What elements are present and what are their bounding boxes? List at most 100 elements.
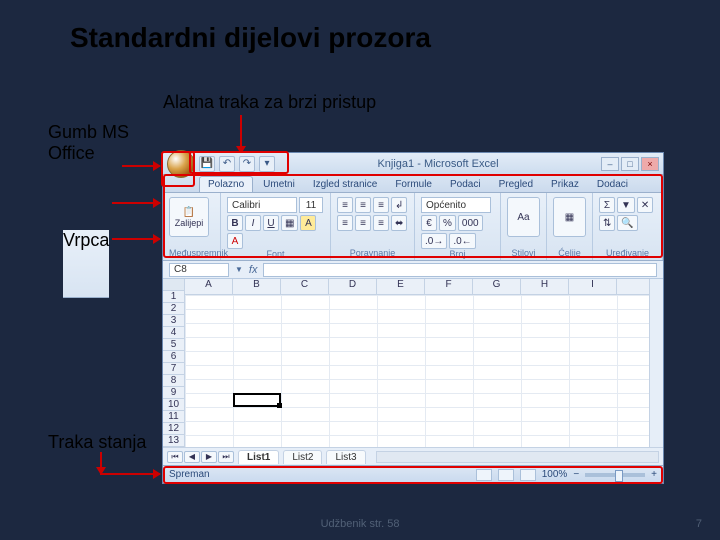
styles-button[interactable]: Aa (507, 197, 540, 237)
column-header[interactable]: E (377, 279, 425, 294)
row-headers: 1 2 3 4 5 6 7 8 9 10 11 12 13 (163, 279, 185, 447)
select-all-corner[interactable] (163, 279, 184, 291)
redo-icon[interactable]: ↷ (239, 156, 255, 172)
find-button[interactable]: 🔍 (617, 215, 637, 231)
sheet-tab[interactable]: List2 (283, 450, 322, 464)
fill-button[interactable]: ▼ (617, 197, 635, 213)
paste-button[interactable]: 📋 Zalijepi (169, 197, 209, 237)
active-cell[interactable] (233, 393, 281, 407)
cells-button[interactable]: ▦ (553, 197, 586, 237)
font-color-button[interactable]: A (227, 233, 243, 249)
namebox-dropdown-icon[interactable]: ▼ (235, 265, 243, 274)
column-header[interactable]: G (473, 279, 521, 294)
sheet-nav-next-icon[interactable]: ▶ (201, 451, 217, 463)
callout-quick-access-toolbar: Alatna traka za brzi pristup (163, 92, 376, 113)
formula-input[interactable] (263, 263, 657, 277)
view-page-layout-button[interactable] (498, 469, 514, 481)
row-header[interactable]: 3 (163, 315, 184, 327)
status-text: Spreman (169, 469, 210, 480)
wrap-text-button[interactable]: ↲ (391, 197, 407, 213)
column-header[interactable]: H (521, 279, 569, 294)
sort-filter-button[interactable]: ⇅ (599, 215, 615, 231)
vertical-scrollbar[interactable] (649, 279, 663, 447)
minimize-button[interactable]: – (601, 157, 619, 171)
align-left-button[interactable]: ≡ (337, 215, 353, 231)
border-button[interactable]: ▦ (281, 215, 298, 231)
tab-insert[interactable]: Umetni (255, 177, 303, 192)
sheet-nav-prev-icon[interactable]: ◀ (184, 451, 200, 463)
percent-button[interactable]: % (439, 215, 456, 231)
clear-button[interactable]: ✕ (637, 197, 653, 213)
tab-formulas[interactable]: Formule (387, 177, 440, 192)
italic-button[interactable]: I (245, 215, 261, 231)
row-header[interactable]: 10 (163, 399, 184, 411)
column-header[interactable]: D (329, 279, 377, 294)
zoom-out-icon[interactable]: − (573, 469, 579, 480)
decrease-decimal-button[interactable]: .0← (449, 233, 475, 249)
callout-office-button: Gumb MS Office (48, 122, 158, 164)
cell-grid[interactable] (185, 295, 649, 447)
view-normal-button[interactable] (476, 469, 492, 481)
group-number-label: Broj (421, 249, 494, 259)
undo-icon[interactable]: ↶ (219, 156, 235, 172)
comma-button[interactable]: 000 (458, 215, 483, 231)
footer-page-number: 7 (696, 518, 702, 530)
fx-icon[interactable]: fx (249, 264, 258, 276)
view-page-break-button[interactable] (520, 469, 536, 481)
row-header[interactable]: 7 (163, 363, 184, 375)
row-header[interactable]: 11 (163, 411, 184, 423)
align-right-button[interactable]: ≡ (373, 215, 389, 231)
row-header[interactable]: 6 (163, 351, 184, 363)
tab-data[interactable]: Podaci (442, 177, 489, 192)
horizontal-scrollbar[interactable] (376, 451, 659, 463)
sheet-tab[interactable]: List1 (238, 450, 279, 464)
font-name-selector[interactable]: Calibri (227, 197, 297, 213)
row-header[interactable]: 12 (163, 423, 184, 435)
row-header[interactable]: 2 (163, 303, 184, 315)
row-header[interactable]: 8 (163, 375, 184, 387)
bold-button[interactable]: B (227, 215, 243, 231)
zoom-in-icon[interactable]: + (651, 469, 657, 480)
column-header[interactable]: A (185, 279, 233, 294)
sheet-tab-bar: ⏮ ◀ ▶ ⏭ List1 List2 List3 (163, 447, 663, 465)
zoom-slider[interactable] (585, 473, 645, 477)
tab-home[interactable]: Polazno (199, 176, 253, 192)
row-header[interactable]: 13 (163, 435, 184, 447)
tab-addins[interactable]: Dodaci (589, 177, 636, 192)
increase-decimal-button[interactable]: .0→ (421, 233, 447, 249)
sheet-nav-first-icon[interactable]: ⏮ (167, 451, 183, 463)
tab-page-layout[interactable]: Izgled stranice (305, 177, 385, 192)
row-header[interactable]: 4 (163, 327, 184, 339)
maximize-button[interactable]: □ (621, 157, 639, 171)
tab-review[interactable]: Pregled (491, 177, 541, 192)
close-button[interactable]: × (641, 157, 659, 171)
group-styles-label: Stilovi (507, 248, 540, 258)
align-top-button[interactable]: ≡ (337, 197, 353, 213)
align-middle-button[interactable]: ≡ (355, 197, 371, 213)
currency-button[interactable]: € (421, 215, 437, 231)
align-center-button[interactable]: ≡ (355, 215, 371, 231)
column-headers: A B C D E F G H I (185, 279, 649, 295)
name-box[interactable]: C8 (169, 263, 229, 277)
footer-reference: Udžbenik str. 58 (321, 518, 400, 530)
autosum-button[interactable]: Σ (599, 197, 615, 213)
column-header[interactable]: I (569, 279, 617, 294)
font-size-selector[interactable]: 11 (299, 197, 323, 213)
fill-color-button[interactable]: A (300, 215, 316, 231)
qat-customize-icon[interactable]: ▾ (259, 156, 275, 172)
column-header[interactable]: F (425, 279, 473, 294)
align-bottom-button[interactable]: ≡ (373, 197, 389, 213)
save-icon[interactable]: 💾 (199, 156, 215, 172)
office-button[interactable] (167, 150, 195, 178)
number-format-selector[interactable]: Općenito (421, 197, 491, 213)
sheet-nav-last-icon[interactable]: ⏭ (218, 451, 234, 463)
tab-view[interactable]: Prikaz (543, 177, 587, 192)
column-header[interactable]: B (233, 279, 281, 294)
column-header[interactable]: C (281, 279, 329, 294)
row-header[interactable]: 5 (163, 339, 184, 351)
row-header[interactable]: 9 (163, 387, 184, 399)
underline-button[interactable]: U (263, 215, 279, 231)
row-header[interactable]: 1 (163, 291, 184, 303)
sheet-tab[interactable]: List3 (326, 450, 365, 464)
merge-button[interactable]: ⬌ (391, 215, 407, 231)
